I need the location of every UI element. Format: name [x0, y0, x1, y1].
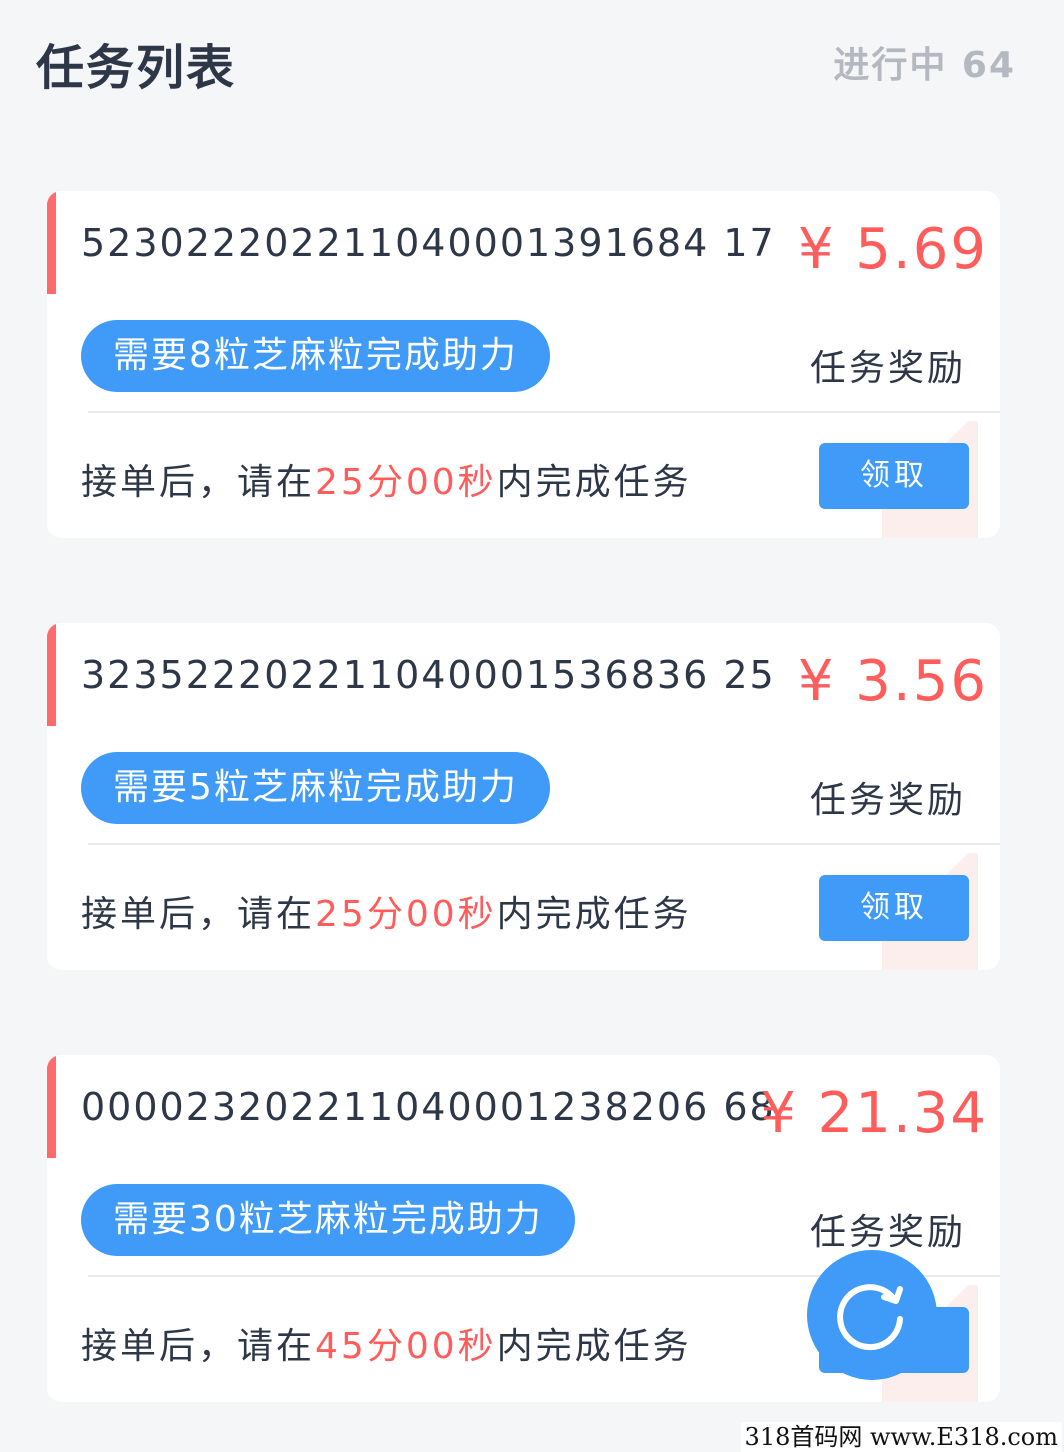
- reward-label: 任务奖励: [809, 348, 966, 389]
- instruction-prefix: 接单后，请在: [81, 894, 316, 935]
- reward-label: 任务奖励: [809, 780, 966, 821]
- order-id: 523022202211040001391684 17: [81, 221, 776, 265]
- refresh-button[interactable]: [807, 1250, 937, 1380]
- instruction-suffix: 内完成任务: [496, 462, 692, 503]
- card-accent-bar: [47, 191, 56, 294]
- order-id: 323522202211040001536836 25: [81, 653, 776, 697]
- instruction-prefix: 接单后，请在: [81, 462, 316, 503]
- instruction-suffix: 内完成任务: [496, 1326, 692, 1367]
- claim-button[interactable]: 领取: [819, 875, 969, 941]
- card-divider: [88, 411, 1000, 413]
- time-limit: 25分00秒: [315, 894, 497, 935]
- task-price: ¥ 3.56: [797, 649, 988, 714]
- refresh-icon: [837, 1284, 903, 1351]
- requirement-badge: 需要30粒芝麻粒完成助力: [81, 1184, 575, 1256]
- instruction-prefix: 接单后，请在: [81, 1326, 316, 1367]
- requirement-badge: 需要8粒芝麻粒完成助力: [81, 320, 550, 392]
- time-limit: 45分00秒: [315, 1326, 497, 1367]
- page-title: 任务列表: [36, 40, 237, 96]
- task-card: 323522202211040001536836 25 ¥ 3.56 需要5粒芝…: [47, 623, 1000, 970]
- card-accent-bar: [47, 1055, 56, 1158]
- task-price: ¥ 21.34: [760, 1081, 988, 1146]
- time-limit: 25分00秒: [315, 462, 497, 503]
- requirement-badge: 需要5粒芝麻粒完成助力: [81, 752, 550, 824]
- instruction-suffix: 内完成任务: [496, 894, 692, 935]
- reward-label: 任务奖励: [809, 1212, 966, 1253]
- card-divider: [88, 843, 1000, 845]
- task-price: ¥ 5.69: [797, 217, 988, 282]
- order-id: 000023202211040001238206 68: [81, 1085, 776, 1129]
- task-card: 523022202211040001391684 17 ¥ 5.69 需要8粒芝…: [47, 191, 1000, 538]
- site-watermark: 318首码网 www.E318.com: [740, 1422, 1062, 1452]
- in-progress-count[interactable]: 进行中 64: [833, 36, 1016, 88]
- claim-button[interactable]: 领取: [819, 443, 969, 509]
- card-accent-bar: [47, 623, 56, 726]
- deadline-instruction: 接单后，请在25分00秒内完成任务: [81, 885, 692, 937]
- deadline-instruction: 接单后，请在25分00秒内完成任务: [81, 453, 692, 505]
- deadline-instruction: 接单后，请在45分00秒内完成任务: [81, 1317, 692, 1369]
